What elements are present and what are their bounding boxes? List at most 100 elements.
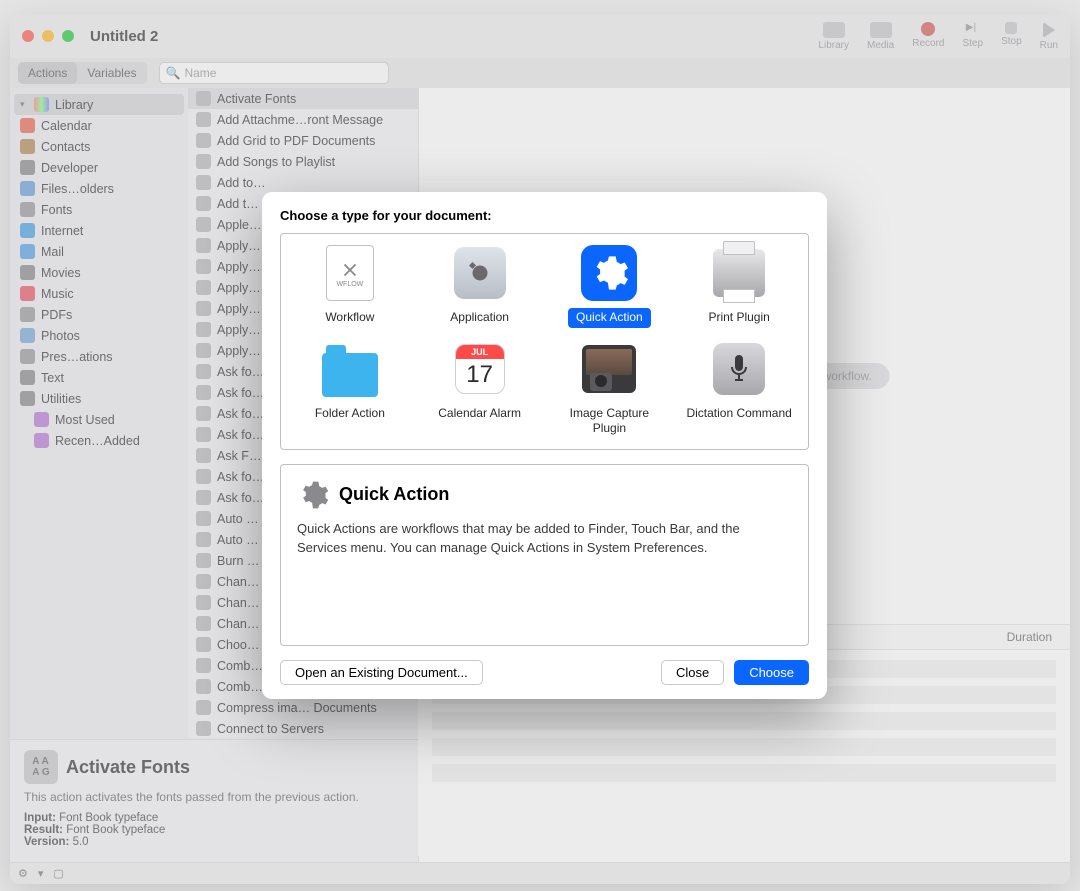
action-label: Connect to Servers (217, 722, 324, 736)
sidebar-item-label: Contacts (41, 140, 90, 154)
sidebar-item[interactable]: Utilities (14, 388, 184, 409)
gear-icon (297, 479, 329, 511)
zoom-window-button[interactable] (62, 30, 74, 42)
sidebar-item-label: Internet (41, 224, 83, 238)
type-print-plugin[interactable]: Print Plugin (674, 244, 804, 328)
sidebar-item[interactable]: Files…olders (14, 178, 184, 199)
search-icon: 🔍 (166, 66, 181, 80)
action-label: Ask fo… (217, 386, 264, 400)
action-icon (196, 553, 211, 568)
sidebar-item[interactable]: Movies (14, 262, 184, 283)
titlebar: Untitled 2 Library Media Record ▶|Step S… (10, 14, 1070, 58)
choose-button[interactable]: Choose (734, 660, 809, 685)
workflow-icon: WFLOW (321, 244, 379, 302)
action-icon (196, 175, 211, 190)
sidebar-item[interactable]: PDFs (14, 304, 184, 325)
type-application[interactable]: Application (415, 244, 545, 328)
action-icon (196, 406, 211, 421)
type-label: Application (442, 308, 517, 328)
font-icon: A AA G (24, 750, 58, 784)
action-row[interactable]: Compress ima… Documents (188, 697, 418, 718)
action-row[interactable]: Add Attachme…ront Message (188, 109, 418, 130)
action-row[interactable]: Add Songs to Playlist (188, 151, 418, 172)
media-toolbar-button[interactable]: Media (867, 22, 894, 51)
action-label: Choo… (217, 638, 259, 652)
sidebar-item[interactable]: Text (14, 367, 184, 388)
action-icon (196, 343, 211, 358)
type-label: Workflow (317, 308, 382, 328)
action-label: Apply… (217, 323, 261, 337)
action-row[interactable]: Activate Fonts (188, 88, 418, 109)
type-folder-action[interactable]: Folder Action (285, 340, 415, 439)
step-icon: ▶| (966, 22, 980, 36)
category-icon (20, 307, 35, 322)
action-label: Comb… (217, 680, 263, 694)
action-label: Add t… (217, 197, 259, 211)
calendar-alarm-icon: JUL17 (451, 340, 509, 398)
type-quick-action[interactable]: Quick Action (545, 244, 675, 328)
step-toolbar-button[interactable]: ▶|Step (962, 22, 983, 51)
sidebar-item[interactable]: Pres…ations (14, 346, 184, 367)
searchbar: Actions Variables 🔍 Name (10, 58, 1070, 88)
type-label: Quick Action (568, 308, 651, 328)
sidebar-recently-added[interactable]: Recen…Added (14, 430, 184, 451)
type-grid: WFLOW Workflow Application Quick Action Prin… (280, 233, 809, 450)
sidebar-item[interactable]: Fonts (14, 199, 184, 220)
open-existing-button[interactable]: Open an Existing Document... (280, 660, 483, 685)
record-icon (921, 22, 935, 36)
sidebar-item[interactable]: Music (14, 283, 184, 304)
sidebar-item-label: Photos (41, 329, 80, 343)
settings-icon[interactable]: ⚙︎ (18, 867, 28, 880)
image-capture-icon (580, 340, 638, 398)
type-image-capture[interactable]: Image Capture Plugin (545, 340, 675, 439)
action-label: Add to… (217, 176, 266, 190)
close-window-button[interactable] (22, 30, 34, 42)
action-icon (196, 322, 211, 337)
action-label: Apply… (217, 260, 261, 274)
category-icon (20, 370, 35, 385)
sidebar-item[interactable]: Internet (14, 220, 184, 241)
desc-body: Quick Actions are workflows that may be … (297, 519, 792, 558)
action-row[interactable]: Add Grid to PDF Documents (188, 130, 418, 151)
quick-action-icon (580, 244, 638, 302)
sidebar-item[interactable]: Calendar (14, 115, 184, 136)
sidebar-item[interactable]: Contacts (14, 136, 184, 157)
sidebar-item[interactable]: Mail (14, 241, 184, 262)
sidebar-item[interactable]: Photos (14, 325, 184, 346)
info-version-row: Version: 5.0 (24, 836, 404, 848)
sidebar-library-row[interactable]: ▾ Library (14, 94, 184, 115)
action-label: Apply… (217, 281, 261, 295)
action-icon (196, 700, 211, 715)
action-icon (196, 448, 211, 463)
action-label: Burn … (217, 554, 259, 568)
tab-actions[interactable]: Actions (18, 62, 77, 84)
stop-toolbar-button[interactable]: Stop (1001, 22, 1022, 51)
type-workflow[interactable]: WFLOW Workflow (285, 244, 415, 328)
chevron-down-icon[interactable]: ▾ (38, 867, 44, 880)
record-toolbar-button[interactable]: Record (912, 22, 944, 51)
chevron-down-icon: ▾ (20, 99, 28, 110)
action-row[interactable]: Connect to Servers (188, 718, 418, 739)
run-toolbar-button[interactable]: Run (1040, 22, 1058, 51)
action-icon (196, 658, 211, 673)
action-icon (196, 364, 211, 379)
action-label: Chan… (217, 617, 259, 631)
type-dictation[interactable]: Dictation Command (674, 340, 804, 439)
close-button[interactable]: Close (661, 660, 724, 685)
category-icon (20, 118, 35, 133)
category-icon (20, 328, 35, 343)
panel-icon[interactable]: ▢ (53, 867, 63, 880)
type-calendar-alarm[interactable]: JUL17Calendar Alarm (415, 340, 545, 439)
sidebar-item-label: Calendar (41, 119, 92, 133)
category-icon (20, 349, 35, 364)
action-icon (196, 721, 211, 736)
tab-segment: Actions Variables (18, 62, 147, 84)
minimize-window-button[interactable] (42, 30, 54, 42)
search-input[interactable]: 🔍 Name (159, 62, 389, 84)
tab-variables[interactable]: Variables (77, 62, 146, 84)
sidebar-item[interactable]: Developer (14, 157, 184, 178)
action-row[interactable]: Add to… (188, 172, 418, 193)
library-toolbar-button[interactable]: Library (818, 22, 849, 51)
sidebar-most-used[interactable]: Most Used (14, 409, 184, 430)
print-plugin-icon (710, 244, 768, 302)
